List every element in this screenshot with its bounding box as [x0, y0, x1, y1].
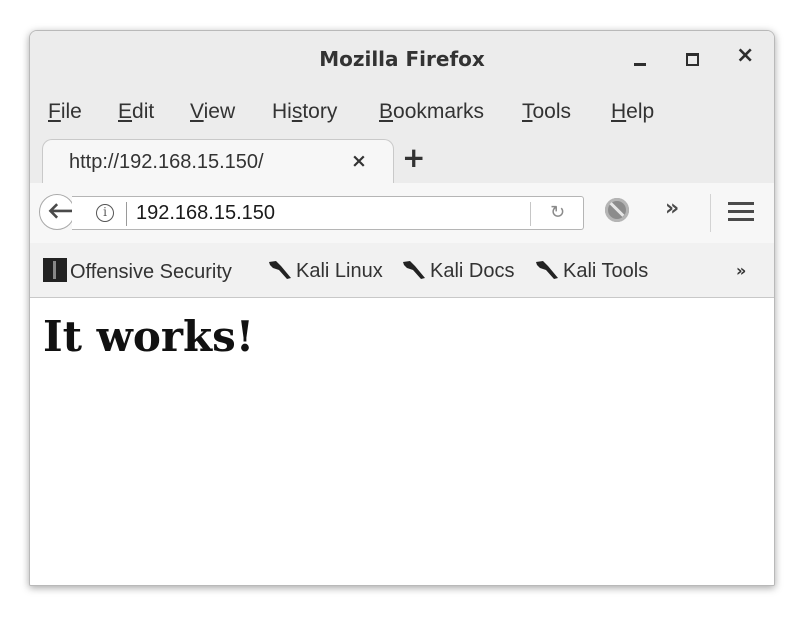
bookmark-kali-tools[interactable]: Kali Tools: [534, 258, 648, 283]
close-icon: ×: [736, 43, 755, 68]
minimize-button[interactable]: [622, 41, 658, 77]
url-bar[interactable]: i 192.168.15.150 ↻: [72, 196, 584, 230]
browser-window: Mozilla Firefox × File Edit View History…: [29, 30, 775, 586]
bookmarks-toolbar: Offensive Security Kali Linux Kali Docs …: [30, 243, 774, 298]
menu-tools[interactable]: Tools: [522, 100, 571, 124]
menu-bar: File Edit View History Bookmarks Tools H…: [30, 89, 774, 136]
kali-dragon-icon: [403, 261, 425, 279]
back-button[interactable]: 🡐: [39, 194, 106, 230]
bookmark-kali-linux[interactable]: Kali Linux: [267, 258, 383, 283]
bookmark-label: Offensive Security: [70, 261, 232, 283]
window-title: Mozilla Firefox: [319, 47, 485, 71]
tab-strip: http://192.168.15.150/ × +: [30, 135, 774, 186]
reload-icon[interactable]: ↻: [550, 202, 565, 223]
bookmark-offensive-security[interactable]: Offensive Security: [43, 258, 232, 284]
menu-help[interactable]: Help: [611, 100, 654, 124]
tab-close-icon[interactable]: ×: [351, 150, 367, 172]
info-icon[interactable]: i: [96, 204, 114, 222]
tab-title: http://192.168.15.150/: [69, 151, 264, 173]
menu-history[interactable]: History: [272, 100, 337, 124]
kali-dragon-icon: [536, 261, 558, 279]
toolbar-divider: [710, 194, 711, 232]
menu-bookmarks[interactable]: Bookmarks: [379, 100, 484, 124]
bookmarks-overflow-icon[interactable]: »: [736, 261, 746, 280]
tab-active[interactable]: http://192.168.15.150/ ×: [42, 139, 394, 186]
noscript-icon[interactable]: [605, 198, 629, 222]
bookmark-label: Kali Tools: [563, 260, 649, 282]
menu-file[interactable]: File: [48, 100, 82, 124]
url-divider: [126, 202, 127, 226]
close-window-button[interactable]: ×: [727, 41, 763, 77]
menu-edit[interactable]: Edit: [118, 100, 154, 124]
bookmark-label: Kali Docs: [430, 260, 515, 282]
title-bar[interactable]: Mozilla Firefox ×: [30, 31, 774, 90]
new-tab-icon[interactable]: +: [402, 141, 425, 174]
page-heading: It works!: [43, 312, 255, 361]
page-content: It works!: [30, 298, 774, 585]
maximize-button[interactable]: [675, 41, 711, 77]
menu-view[interactable]: View: [190, 100, 235, 124]
offsec-icon: [43, 258, 67, 282]
overflow-chevron-icon[interactable]: »: [665, 196, 679, 221]
kali-dragon-icon: [269, 261, 291, 279]
minimize-icon: [634, 63, 646, 66]
bookmark-label: Kali Linux: [296, 260, 383, 282]
navigation-toolbar: 🡐 i 192.168.15.150 ↻ »: [30, 183, 774, 244]
bookmark-kali-docs[interactable]: Kali Docs: [401, 258, 514, 283]
url-divider-right: [530, 202, 531, 226]
url-text[interactable]: 192.168.15.150: [136, 202, 275, 225]
maximize-icon: [686, 53, 699, 66]
hamburger-menu-icon[interactable]: [728, 202, 754, 222]
